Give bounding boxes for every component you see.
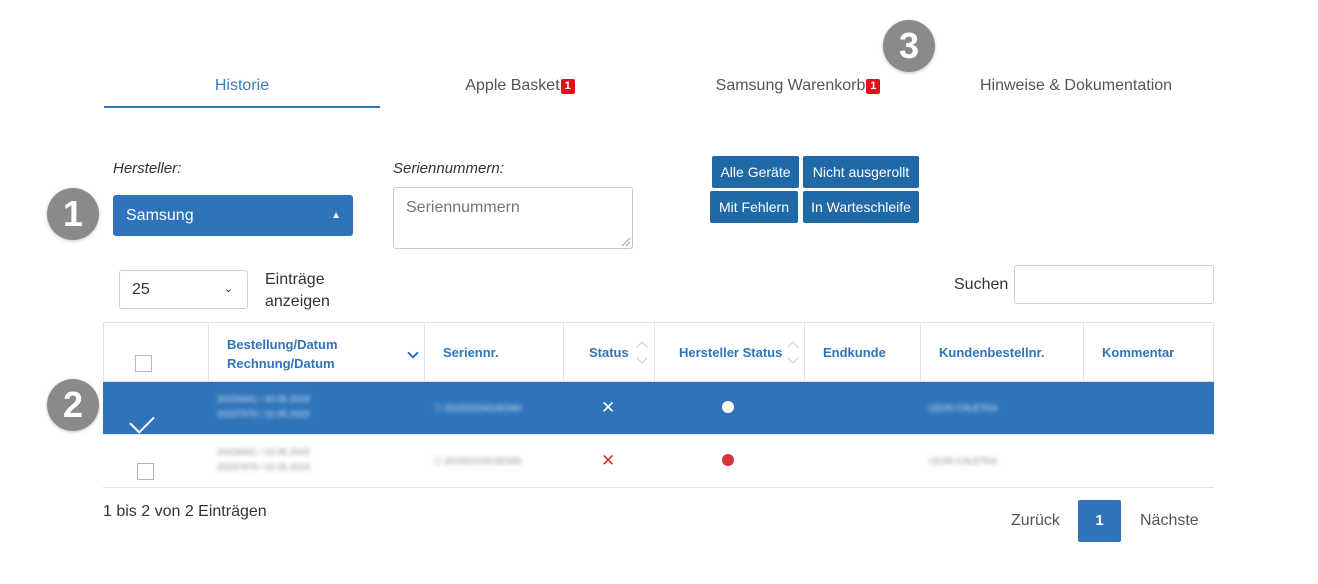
column-status[interactable]: Status bbox=[564, 323, 655, 382]
pagination-prev-button[interactable]: Zurück bbox=[1011, 512, 1060, 530]
serials-label: Seriennummern: bbox=[393, 160, 504, 177]
in-queue-button[interactable]: In Warteschleife bbox=[803, 191, 919, 223]
sort-descending-icon bbox=[407, 347, 419, 359]
column-label: Hersteller Status bbox=[679, 345, 783, 360]
caret-up-icon: ▲ bbox=[331, 210, 341, 221]
tab-bar: Historie Apple Basket 1 Samsung Warenkorb… bbox=[104, 72, 1214, 108]
manufacturer-dropdown[interactable]: Samsung ▲ bbox=[113, 195, 353, 236]
sort-icon bbox=[788, 339, 800, 367]
column-select-all bbox=[104, 323, 209, 382]
column-order-date[interactable]: Bestellung/Datum Rechnung/Datum bbox=[209, 323, 425, 382]
manufacturer-status-dot bbox=[722, 401, 734, 413]
tab-historie[interactable]: Historie bbox=[104, 72, 380, 108]
column-label: Kommentar bbox=[1102, 345, 1175, 360]
table-header: Bestellung/Datum Rechnung/Datum Seriennr… bbox=[103, 322, 1214, 382]
manufacturer-status-dot bbox=[722, 454, 734, 466]
not-rolled-out-button[interactable]: Nicht ausgerollt bbox=[803, 156, 919, 188]
pagination-next-button[interactable]: Nächste bbox=[1140, 512, 1199, 530]
order-date-cell: 20234441 / 23.05.2019 20237979 / 22.05.2… bbox=[217, 447, 310, 472]
table-row[interactable]: 20234441 / 23.05.2019 20237979 / 22.05.2… bbox=[103, 435, 1214, 488]
pagination-page-1[interactable]: 1 bbox=[1078, 500, 1121, 542]
chevron-down-icon: ⌄ bbox=[223, 283, 233, 295]
row-checkbox[interactable] bbox=[137, 463, 154, 480]
sort-icon bbox=[637, 339, 649, 367]
column-customer-order[interactable]: Kundenbestellnr. bbox=[921, 323, 1084, 382]
page-length-value: 25 bbox=[132, 281, 150, 298]
column-label: Endkunde bbox=[823, 345, 886, 360]
step-marker-1: 1 bbox=[47, 188, 99, 240]
tab-hinweise-dokumentation[interactable]: Hinweise & Dokumentation bbox=[978, 72, 1174, 108]
column-label: Bestellung/Datum bbox=[227, 337, 338, 352]
column-comment[interactable]: Kommentar bbox=[1084, 323, 1213, 382]
tab-samsung-warenkorb[interactable]: Samsung Warenkorb 1 bbox=[715, 72, 881, 108]
status-x-icon: ✕ bbox=[601, 398, 616, 417]
manufacturer-label: Hersteller: bbox=[113, 160, 182, 177]
step-marker-2: 2 bbox=[47, 379, 99, 431]
customer-order-cell: LEON CALETKA bbox=[929, 456, 998, 466]
with-errors-button[interactable]: Mit Fehlern bbox=[710, 191, 798, 223]
tab-badge: 1 bbox=[866, 79, 881, 94]
serial-cell: ☐ 20191010414D346 bbox=[434, 456, 522, 466]
column-label: Seriennr. bbox=[443, 345, 499, 360]
tab-label: Historie bbox=[214, 77, 270, 94]
status-x-icon: ✕ bbox=[601, 451, 616, 470]
page-length-label: Einträge anzeigen bbox=[265, 271, 330, 310]
column-serial[interactable]: Seriennr. bbox=[425, 323, 564, 382]
tab-label: Apple Basket bbox=[465, 77, 560, 94]
tab-label: Samsung Warenkorb bbox=[715, 77, 866, 94]
search-label: Suchen bbox=[954, 276, 1009, 293]
column-label: Kundenbestellnr. bbox=[939, 345, 1045, 360]
serials-textarea[interactable] bbox=[393, 187, 633, 249]
column-label: Status bbox=[589, 345, 629, 360]
manufacturer-value: Samsung bbox=[126, 207, 194, 224]
resize-grip-icon[interactable] bbox=[620, 236, 631, 247]
table-info: 1 bis 2 von 2 Einträgen bbox=[103, 503, 267, 520]
tab-label: Hinweise & Dokumentation bbox=[979, 77, 1173, 94]
step-marker-3: 3 bbox=[883, 20, 935, 72]
table-row[interactable]: 20234441 / 20.05.2019 20237979 / 22.05.2… bbox=[103, 382, 1214, 435]
tab-badge: 1 bbox=[560, 79, 575, 94]
column-label: Rechnung/Datum bbox=[227, 356, 335, 371]
data-table: Bestellung/Datum Rechnung/Datum Seriennr… bbox=[103, 322, 1214, 488]
search-input[interactable] bbox=[1014, 265, 1214, 304]
column-manufacturer-status[interactable]: Hersteller Status bbox=[655, 323, 805, 382]
checkmark-icon[interactable] bbox=[129, 408, 155, 434]
page-length-select[interactable]: 25 ⌄ bbox=[119, 270, 248, 309]
tab-apple-basket[interactable]: Apple Basket 1 bbox=[465, 72, 575, 108]
select-all-checkbox[interactable] bbox=[135, 355, 152, 372]
column-end-customer[interactable]: Endkunde bbox=[805, 323, 921, 382]
all-devices-button[interactable]: Alle Geräte bbox=[712, 156, 799, 188]
